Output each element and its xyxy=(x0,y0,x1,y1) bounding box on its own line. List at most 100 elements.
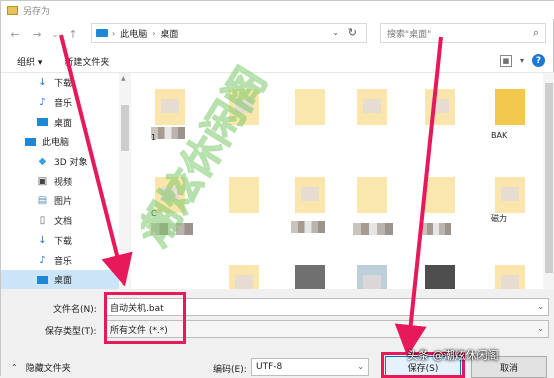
folder-icon xyxy=(357,177,387,213)
refresh-icon[interactable]: ↻ xyxy=(348,26,357,39)
file-label: BAK xyxy=(491,131,508,140)
sidebar-item-documents[interactable]: ▯ 文档 xyxy=(1,211,119,231)
new-folder-button[interactable]: 新建文件夹 xyxy=(64,55,109,68)
file-label: 1 xyxy=(151,133,157,142)
command-bar: 组织 ▾ 新建文件夹 ▦ ▾ ? xyxy=(1,51,554,73)
file-item[interactable] xyxy=(351,169,395,235)
file-item[interactable] xyxy=(289,169,333,233)
sidebar-item-label: 图片 xyxy=(54,197,73,208)
chevron-up-icon: ⌃ xyxy=(11,363,18,372)
desktop-icon xyxy=(37,275,48,285)
recent-locations-icon[interactable]: ⌄ xyxy=(47,26,63,42)
address-bar[interactable]: › 此电脑 › 桌面 ⌄ ↻ xyxy=(91,23,367,43)
filename-label: 文件名(N): xyxy=(53,305,97,315)
file-item[interactable] xyxy=(419,81,463,143)
video-icon: ▣ xyxy=(37,175,48,187)
encoding-select[interactable]: UTF-8 ⌄ xyxy=(251,358,369,376)
file-item[interactable] xyxy=(223,257,267,289)
file-item[interactable] xyxy=(289,81,333,143)
organize-button[interactable]: 组织 ▾ xyxy=(17,55,42,68)
navigation-row: ← → ⌄ ↑ › 此电脑 › 桌面 ⌄ ↻ 搜索"桌面" ⌕ xyxy=(1,23,554,45)
up-arrow-icon[interactable]: ↑ xyxy=(65,26,81,42)
filename-highlight-box xyxy=(104,292,186,344)
file-item[interactable] xyxy=(489,257,533,289)
sidebar-item-label: 桌面 xyxy=(54,276,73,287)
blurred-thumbnail xyxy=(291,221,325,233)
help-icon[interactable]: ? xyxy=(532,54,545,67)
file-item[interactable] xyxy=(223,81,267,143)
hide-folders-label: 隐藏文件夹 xyxy=(25,364,71,374)
window-title: 另存为 xyxy=(23,6,51,17)
chevron-down-icon[interactable]: ⌄ xyxy=(357,362,364,371)
blurred-thumbnail xyxy=(421,223,451,235)
folder-icon xyxy=(295,89,325,125)
breadcrumb-desktop[interactable]: 桌面 xyxy=(160,27,178,40)
breadcrumb-this-pc[interactable]: 此电脑 xyxy=(120,27,147,40)
sidebar-item-label: 音乐 xyxy=(54,99,73,110)
file-list: 1 BAK C 磁力 xyxy=(131,73,543,289)
file-item[interactable] xyxy=(351,257,395,289)
hide-folders-toggle[interactable]: ⌃ 隐藏文件夹 xyxy=(11,361,71,374)
scrollbar-thumb[interactable] xyxy=(121,105,129,151)
pc-icon xyxy=(25,137,36,147)
file-item-magnet[interactable]: 磁力 xyxy=(489,169,533,231)
thumbnail xyxy=(357,265,387,289)
sidebar-item-label: 视频 xyxy=(54,177,73,188)
thumbnail xyxy=(425,265,455,289)
blurred-thumbnail xyxy=(151,127,185,139)
file-label: C xyxy=(151,209,157,218)
scroll-down-icon[interactable]: ▼ xyxy=(121,280,126,287)
desktop-icon xyxy=(37,117,48,127)
download-icon: ↓ xyxy=(38,234,47,246)
folder-icon xyxy=(229,89,259,125)
sidebar-item-this-pc[interactable]: 此电脑 xyxy=(1,132,119,152)
forward-arrow-icon[interactable]: → xyxy=(29,26,45,42)
file-item[interactable] xyxy=(223,169,267,231)
credit-watermark: 头条 @潮炫休闲阁 xyxy=(407,349,499,362)
folder-icon xyxy=(425,177,455,213)
file-item[interactable] xyxy=(289,257,333,289)
chevron-right-icon: › xyxy=(152,28,156,38)
folder-icon xyxy=(357,89,387,125)
file-item[interactable] xyxy=(351,81,395,143)
sidebar-item-downloads[interactable]: ↓ 下载 xyxy=(1,73,119,93)
music-icon: ♪ xyxy=(39,254,46,266)
scrollbar-thumb[interactable] xyxy=(545,83,553,273)
file-icon xyxy=(495,177,525,213)
search-input[interactable]: 搜索"桌面" ⌕ xyxy=(380,23,546,43)
search-icon: ⌕ xyxy=(532,26,539,39)
chevron-down-icon[interactable]: ⌄ xyxy=(537,302,544,311)
chevron-down-icon[interactable]: ⌄ xyxy=(332,28,339,37)
folder-icon xyxy=(229,177,259,213)
file-item[interactable]: C xyxy=(149,169,193,235)
thumbnail xyxy=(295,265,325,289)
encoding-value: UTF-8 xyxy=(256,362,283,372)
file-list-scrollbar[interactable] xyxy=(543,73,554,289)
pictures-icon: ▤ xyxy=(37,195,48,207)
sidebar-item-label: 桌面 xyxy=(54,118,73,129)
file-item[interactable]: 1 xyxy=(149,81,193,143)
file-item-bak[interactable]: BAK xyxy=(489,81,533,143)
sidebar-item-desktop[interactable]: 桌面 xyxy=(1,112,119,132)
sidebar-item-desktop-selected[interactable]: 桌面 xyxy=(1,269,119,289)
sidebar-scrollbar[interactable]: ▲ ▼ xyxy=(119,73,131,289)
sidebar-item-music[interactable]: ♪ 音乐 xyxy=(1,93,119,113)
sidebar-item-videos[interactable]: ▣ 视频 xyxy=(1,171,119,191)
notepad-icon xyxy=(7,5,18,15)
sidebar-item-3d-objects[interactable]: ◆ 3D 对象 xyxy=(1,152,119,172)
sidebar-item-downloads-2[interactable]: ↓ 下载 xyxy=(1,231,119,251)
sidebar-item-music-2[interactable]: ♪ 音乐 xyxy=(1,250,119,270)
navigation-pane: ↓ 下载 ♪ 音乐 桌面 此电脑 ◆ 3D 对象 ▣ 视频 ▤ 图片 ▯ 文档 … xyxy=(1,73,119,289)
scroll-up-icon[interactable]: ▲ xyxy=(121,75,126,82)
sidebar-item-pictures[interactable]: ▤ 图片 xyxy=(1,191,119,211)
folder-icon xyxy=(229,265,259,289)
download-icon: ↓ xyxy=(38,77,47,89)
chevron-down-icon[interactable]: ▾ xyxy=(520,56,524,65)
file-item[interactable] xyxy=(419,169,463,235)
chevron-down-icon[interactable]: ⌄ xyxy=(537,324,544,333)
view-options-icon[interactable]: ▦ xyxy=(499,54,512,67)
sidebar-item-label: 音乐 xyxy=(54,256,73,267)
back-arrow-icon[interactable]: ← xyxy=(7,26,23,42)
pc-icon xyxy=(96,29,108,37)
file-item[interactable] xyxy=(419,257,463,289)
